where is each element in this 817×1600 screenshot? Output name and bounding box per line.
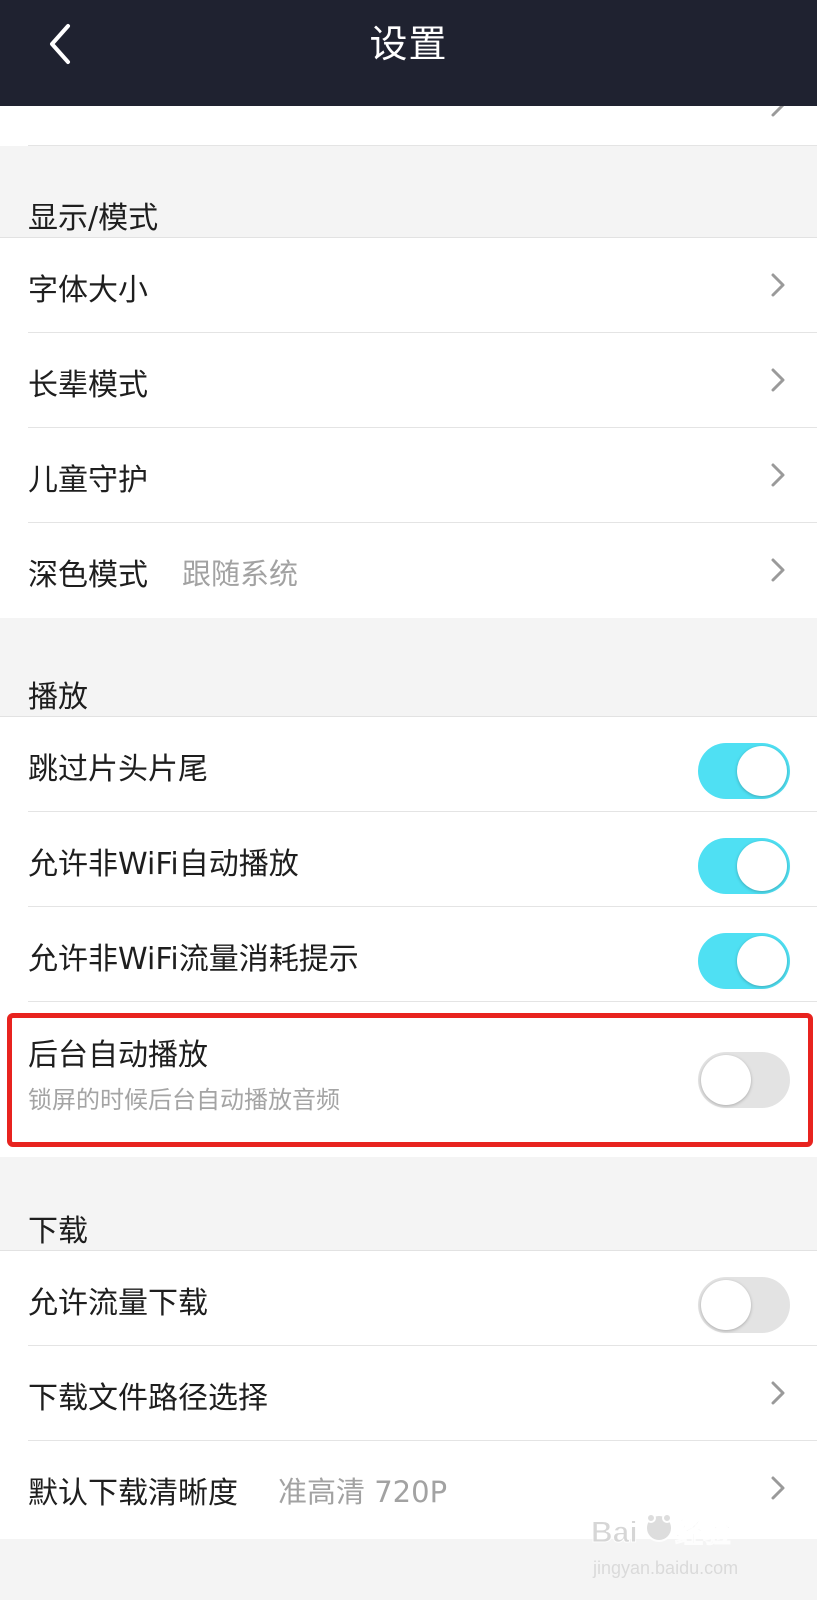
item-label: 允许流量下载: [28, 1286, 208, 1321]
settings-item-non-wifi-data-prompt: 允许非WiFi流量消耗提示: [0, 907, 817, 1002]
chevron-right-icon: [767, 272, 789, 298]
item-description: 锁屏的时候后台自动播放音频: [28, 1086, 340, 1114]
chevron-right-icon: [767, 1380, 789, 1406]
item-label: 默认下载清晰度: [28, 1476, 238, 1511]
settings-item-non-wifi-autoplay: 允许非WiFi自动播放: [0, 812, 817, 907]
section-title-playback: 播放: [28, 680, 88, 715]
chevron-right-icon: [767, 557, 789, 583]
settings-item-download-path[interactable]: 下载文件路径选择: [0, 1346, 817, 1441]
item-label: 字体大小: [28, 273, 148, 308]
item-label: 后台自动播放: [28, 1038, 208, 1073]
toggle-switch[interactable]: [698, 933, 790, 989]
item-label: 下载文件路径选择: [28, 1381, 268, 1416]
item-label: 儿童守护: [28, 463, 148, 498]
settings-item-child-guard[interactable]: 儿童守护: [0, 428, 817, 523]
svg-text:经验: 经验: [675, 1516, 731, 1548]
chevron-right-icon: [767, 1475, 789, 1501]
item-label: 跳过片头片尾: [28, 752, 208, 787]
section-title-display: 显示/模式: [28, 201, 159, 236]
settings-screen: 设置 显示/模式 字体大小 长辈模式 儿童守护 深色模式 跟随系统 播放 跳过片…: [0, 0, 817, 1600]
settings-item-background-play: 后台自动播放 锁屏的时候后台自动播放音频: [0, 1002, 817, 1157]
baidu-jingyan-watermark: Bai 经验 jingyan.baidu.com: [587, 1502, 762, 1586]
svg-text:jingyan.baidu.com: jingyan.baidu.com: [592, 1558, 738, 1578]
item-value: 跟随系统: [182, 557, 299, 591]
toggle-switch[interactable]: [698, 1052, 790, 1108]
toggle-switch[interactable]: [698, 1277, 790, 1333]
toggle-switch[interactable]: [698, 743, 790, 799]
item-label: 允许非WiFi流量消耗提示: [28, 942, 359, 977]
item-label: 深色模式: [28, 558, 148, 593]
item-label: 长辈模式: [28, 368, 148, 403]
top-bar: 设置: [0, 0, 817, 106]
settings-item-font-size[interactable]: 字体大小: [0, 238, 817, 333]
toggle-switch[interactable]: [698, 838, 790, 894]
chevron-right-icon: [767, 367, 789, 393]
item-label: 允许非WiFi自动播放: [28, 847, 299, 882]
item-value: 准高清 720P: [278, 1475, 448, 1509]
settings-item-mobile-data-download: 允许流量下载: [0, 1251, 817, 1346]
section-title-download: 下载: [28, 1214, 88, 1249]
svg-text:Bai: Bai: [591, 1516, 638, 1549]
list-item-partial[interactable]: [0, 93, 817, 146]
settings-item-elder-mode[interactable]: 长辈模式: [0, 333, 817, 428]
page-title: 设置: [369, 22, 448, 66]
settings-item-dark-mode[interactable]: 深色模式 跟随系统: [0, 523, 817, 618]
settings-item-skip-intro: 跳过片头片尾: [0, 717, 817, 812]
chevron-right-icon: [767, 462, 789, 488]
